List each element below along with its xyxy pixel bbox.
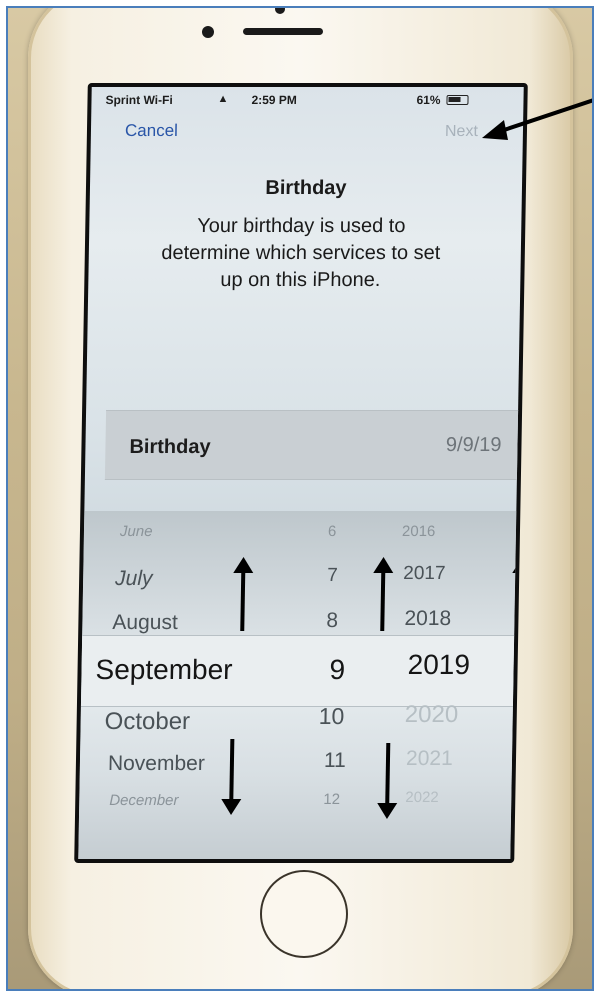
picker-day-selected[interactable]: 9 bbox=[329, 654, 345, 686]
scroll-down-arrow-icon bbox=[385, 743, 391, 807]
picker-day-item[interactable]: 7 bbox=[327, 565, 338, 587]
picker-month-item[interactable]: November bbox=[108, 752, 205, 776]
scroll-down-arrow-icon bbox=[521, 725, 524, 789]
picker-year-item[interactable]: 2022 bbox=[405, 789, 439, 806]
birthday-row-label: Birthday bbox=[129, 436, 211, 458]
picker-day-item[interactable]: 11 bbox=[324, 749, 346, 773]
picker-month-selected[interactable]: September bbox=[95, 654, 233, 686]
phone-screen: Sprint Wi-Fi ▲ 2:59 PM 61% Cancel Next B… bbox=[74, 83, 528, 863]
wifi-icon: ▲ bbox=[217, 93, 229, 105]
picker-day-item[interactable]: 8 bbox=[326, 609, 338, 633]
screen-content: Sprint Wi-Fi ▲ 2:59 PM 61% Cancel Next B… bbox=[78, 87, 524, 859]
date-picker[interactable]: June July August September October Novem… bbox=[78, 511, 524, 859]
picker-year-item[interactable]: 2021 bbox=[406, 747, 453, 771]
earpiece-speaker bbox=[243, 28, 323, 35]
picker-day-item[interactable]: 10 bbox=[319, 703, 345, 730]
camera-icon bbox=[275, 8, 285, 14]
picker-year-item[interactable]: 2016 bbox=[402, 523, 436, 540]
picker-year-item[interactable]: 2018 bbox=[404, 607, 451, 631]
birthday-row[interactable]: Birthday 9/9/19 bbox=[104, 410, 524, 480]
scroll-up-arrow-icon bbox=[240, 569, 246, 631]
scroll-up-arrow-icon bbox=[380, 569, 386, 631]
status-time: 2:59 PM bbox=[251, 93, 297, 107]
carrier-label: Sprint Wi-Fi bbox=[105, 93, 173, 107]
cancel-button[interactable]: Cancel bbox=[125, 121, 178, 141]
picker-day-item[interactable]: 6 bbox=[328, 523, 337, 540]
picker-year-item[interactable]: 2020 bbox=[405, 701, 459, 729]
scroll-down-arrow-icon bbox=[229, 739, 235, 803]
picker-year-item[interactable]: 2017 bbox=[403, 563, 446, 585]
battery-icon bbox=[446, 95, 469, 105]
picker-month-item[interactable]: August bbox=[112, 611, 178, 635]
picker-month-item[interactable]: December bbox=[109, 792, 178, 809]
home-button[interactable] bbox=[260, 870, 348, 958]
iphone-device: Sprint Wi-Fi ▲ 2:59 PM 61% Cancel Next B… bbox=[28, 8, 573, 989]
picker-month-item[interactable]: June bbox=[120, 523, 153, 540]
callout-arrow-icon bbox=[482, 98, 592, 140]
birthday-row-value: 9/9/19 bbox=[445, 434, 502, 456]
picker-day-item[interactable]: 12 bbox=[323, 791, 340, 808]
photo-frame: Sprint Wi-Fi ▲ 2:59 PM 61% Cancel Next B… bbox=[6, 6, 594, 991]
next-button[interactable]: Next bbox=[445, 123, 478, 141]
page-title: Birthday bbox=[265, 177, 347, 199]
picker-month-item[interactable]: July bbox=[115, 567, 153, 591]
picker-year-selected[interactable]: 2019 bbox=[407, 649, 470, 681]
page-description: Your birthday is used to determine which… bbox=[161, 215, 441, 291]
battery-percent: 61% bbox=[416, 93, 441, 107]
status-bar: Sprint Wi-Fi ▲ 2:59 PM 61% bbox=[91, 87, 523, 111]
picker-month-item[interactable]: October bbox=[104, 708, 190, 736]
sensor-icon bbox=[202, 26, 214, 38]
scroll-up-arrow-icon bbox=[519, 569, 524, 631]
